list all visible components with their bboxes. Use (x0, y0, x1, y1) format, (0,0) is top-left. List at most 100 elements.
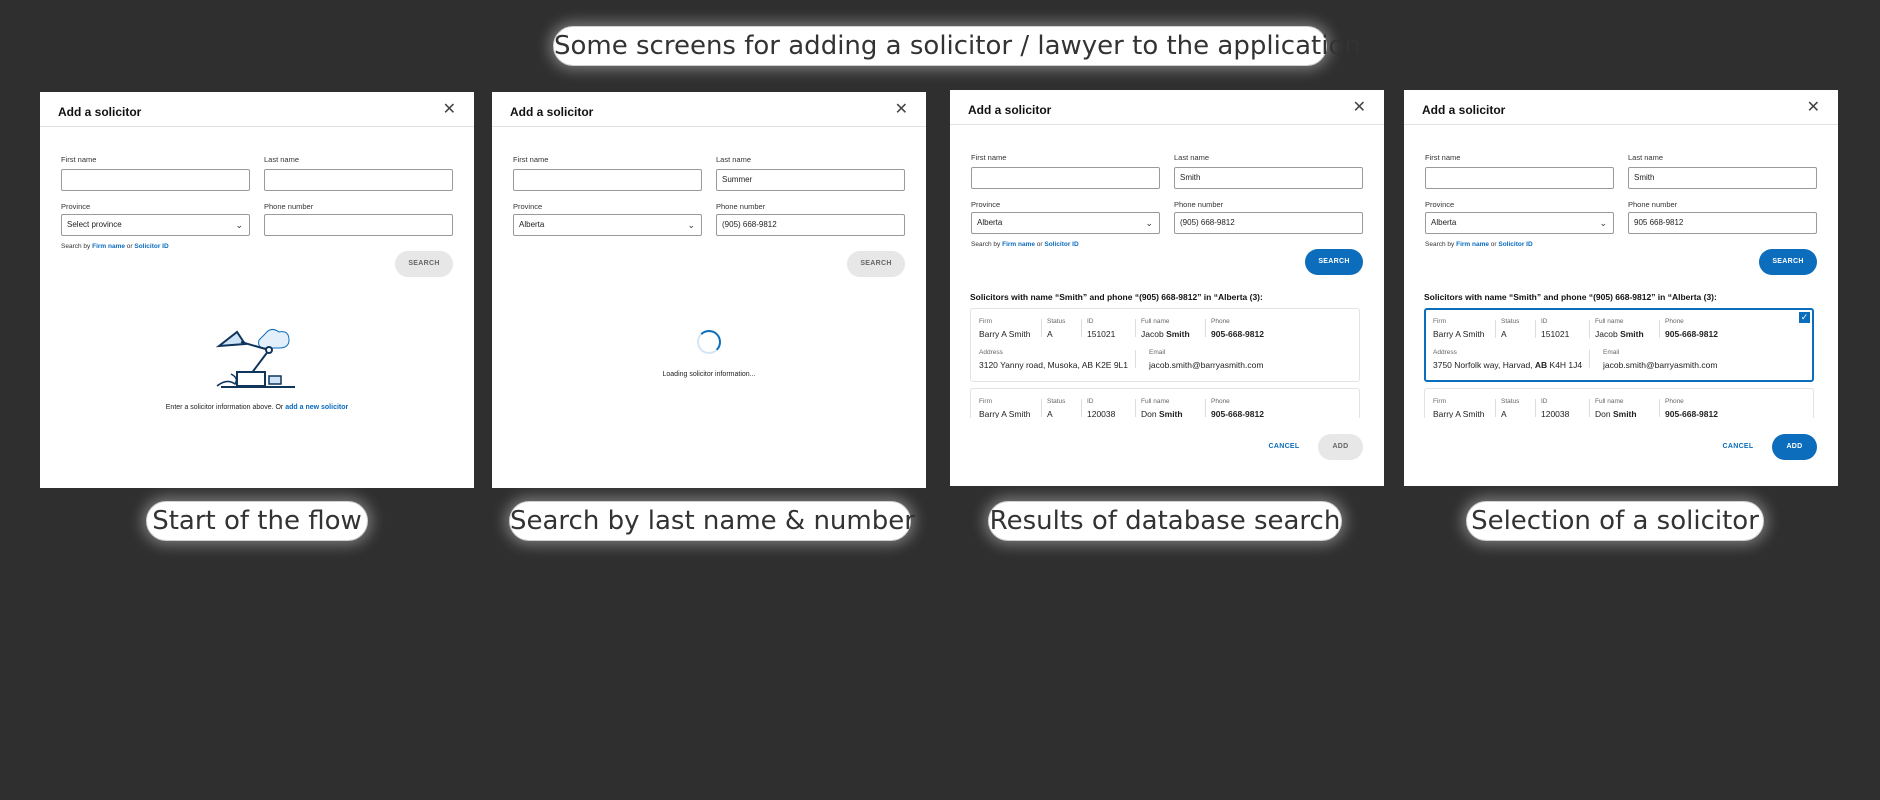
first-name-input[interactable] (513, 169, 702, 191)
result-card[interactable]: Firm Barry A Smith Status A ID 120038 Full … (1424, 388, 1814, 418)
province-value: Alberta (519, 220, 545, 229)
first-name-input[interactable] (1425, 167, 1614, 189)
search-by-or: or (1036, 241, 1043, 248)
dialog-title: Add a solicitor (1422, 103, 1506, 117)
firm-cell: Firm Barry A Smith (1433, 398, 1485, 418)
full-name-cell: Full name Don Smith (1141, 398, 1183, 418)
first-name-label: First name (513, 155, 549, 164)
cancel-button[interactable]: CANCEL (1712, 434, 1764, 460)
firm-name-link[interactable]: Firm name (1002, 241, 1035, 248)
firm-name-link[interactable]: Firm name (92, 243, 125, 250)
status-cell: Status A (1047, 398, 1066, 418)
full-name-cell: Full name Jacob Smith (1141, 318, 1190, 339)
loading-spinner-icon (697, 330, 721, 354)
results-list: ✓ Firm Barry A Smith Status A ID 151021 Ful… (1424, 308, 1818, 418)
full-name-cell: Full name Jacob Smith (1595, 318, 1644, 339)
page-title: Some screens for adding a solicitor / la… (553, 26, 1361, 66)
full-name-cell: Full name Don Smith (1595, 398, 1637, 418)
result-card-selected[interactable]: ✓ Firm Barry A Smith Status A ID 151021 Ful… (1424, 308, 1814, 382)
last-name-input[interactable]: Smith (1628, 167, 1817, 189)
search-button[interactable]: SEARCH (1759, 249, 1817, 275)
caption-search: Search by last name & number (509, 501, 915, 541)
status-cell: Status A (1047, 318, 1066, 339)
province-value: Select province (67, 220, 122, 229)
dialog-loading: Add a solicitor ✕ First name Last name S… (492, 92, 926, 488)
solicitor-id-link[interactable]: Solicitor ID (1044, 241, 1078, 248)
first-name-label: First name (61, 155, 97, 164)
id-cell: ID 120038 (1541, 398, 1570, 418)
results-heading: Solicitors with name “Smith” and phone “… (1424, 292, 1717, 302)
address-cell: Address 3120 Yanny road, Musoka, AB K2E 9… (979, 349, 1129, 370)
first-name-input[interactable] (971, 167, 1160, 189)
chevron-down-icon: ⌄ (235, 220, 243, 230)
search-button[interactable]: SEARCH (1305, 249, 1363, 275)
province-select[interactable]: Alberta ⌄ (971, 212, 1160, 234)
address-cell: Address 3750 Norfolk way, Harvad, AB K4H … (1433, 349, 1583, 370)
close-icon[interactable]: ✕ (1807, 97, 1820, 117)
solicitor-id-link[interactable]: Solicitor ID (1498, 241, 1532, 248)
close-icon[interactable]: ✕ (443, 99, 456, 119)
email-cell: Email jacob.smith@barryasmith.com (1149, 349, 1264, 370)
chevron-down-icon: ⌄ (1145, 218, 1153, 228)
status-cell: Status A (1501, 318, 1520, 339)
loading-text: Loading solicitor information... (662, 371, 756, 378)
phone-cell: Phone 905-668-9812 (1665, 318, 1718, 339)
close-icon[interactable]: ✕ (1353, 97, 1366, 117)
dialog-header: Add a solicitor ✕ (1404, 90, 1838, 125)
last-name-label: Last name (1174, 153, 1210, 162)
firm-cell: Firm Barry A Smith (1433, 318, 1485, 339)
result-card[interactable]: Firm Barry A Smith Status A ID 120038 Full … (970, 388, 1360, 418)
search-by-row: Search by Firm name or Solicitor ID (971, 241, 1079, 248)
add-button[interactable]: ADD (1318, 434, 1363, 460)
last-name-label: Last name (716, 155, 752, 164)
dialog-title: Add a solicitor (58, 105, 142, 119)
phone-cell: Phone 905-668-9812 (1665, 398, 1718, 418)
search-by-or: or (1490, 241, 1497, 248)
caption-start: Start of the flow (146, 501, 368, 541)
cancel-button[interactable]: CANCEL (1258, 434, 1310, 460)
phone-cell: Phone 905-668-9812 (1211, 398, 1264, 418)
search-by-prefix: Search by (1425, 241, 1455, 248)
last-name-input[interactable] (264, 169, 453, 191)
id-cell: ID 151021 (1087, 318, 1116, 339)
search-by-row: Search by Firm name or Solicitor ID (61, 243, 169, 250)
search-by-prefix: Search by (61, 243, 91, 250)
last-name-input[interactable]: Summer (716, 169, 905, 191)
add-new-solicitor-link[interactable]: add a new solicitor (285, 404, 348, 411)
caption-selection: Selection of a solicitor (1466, 501, 1764, 541)
phone-label: Phone number (1628, 200, 1678, 209)
first-name-label: First name (971, 153, 1007, 162)
phone-cell: Phone 905-668-9812 (1211, 318, 1264, 339)
checkbox-checked-icon[interactable]: ✓ (1799, 312, 1810, 323)
search-by-row: Search by Firm name or Solicitor ID (1425, 241, 1533, 248)
phone-input[interactable]: 905 668-9812 (1628, 212, 1817, 234)
dialog-title: Add a solicitor (510, 105, 594, 119)
phone-input[interactable]: (905) 668-9812 (716, 214, 905, 236)
province-select[interactable]: Select province ⌄ (61, 214, 250, 236)
dialog-header: Add a solicitor ✕ (950, 90, 1384, 125)
dialog-selection: Add a solicitor ✕ First name Last name S… (1404, 90, 1838, 486)
first-name-input[interactable] (61, 169, 250, 191)
result-card[interactable]: Firm Barry A Smith Status A ID 151021 Full … (970, 308, 1360, 382)
dialog-title: Add a solicitor (968, 103, 1052, 117)
search-by-prefix: Search by (971, 241, 1001, 248)
firm-cell: Firm Barry A Smith (979, 398, 1031, 418)
last-name-label: Last name (1628, 153, 1664, 162)
phone-input[interactable] (264, 214, 453, 236)
add-button[interactable]: ADD (1772, 434, 1817, 460)
last-name-input[interactable]: Smith (1174, 167, 1363, 189)
search-button[interactable]: SEARCH (395, 251, 453, 277)
solicitor-id-link[interactable]: Solicitor ID (134, 243, 168, 250)
province-select[interactable]: Alberta ⌄ (513, 214, 702, 236)
close-icon[interactable]: ✕ (895, 99, 908, 119)
desk-lamp-illustration (215, 328, 295, 388)
dialog-start: Add a solicitor ✕ First name Last name P… (40, 92, 474, 488)
phone-input[interactable]: (905) 668-9812 (1174, 212, 1363, 234)
province-select[interactable]: Alberta ⌄ (1425, 212, 1614, 234)
phone-label: Phone number (1174, 200, 1224, 209)
search-button[interactable]: SEARCH (847, 251, 905, 277)
province-label: Province (971, 200, 1001, 209)
chevron-down-icon: ⌄ (687, 220, 695, 230)
province-label: Province (513, 202, 543, 211)
firm-name-link[interactable]: Firm name (1456, 241, 1489, 248)
